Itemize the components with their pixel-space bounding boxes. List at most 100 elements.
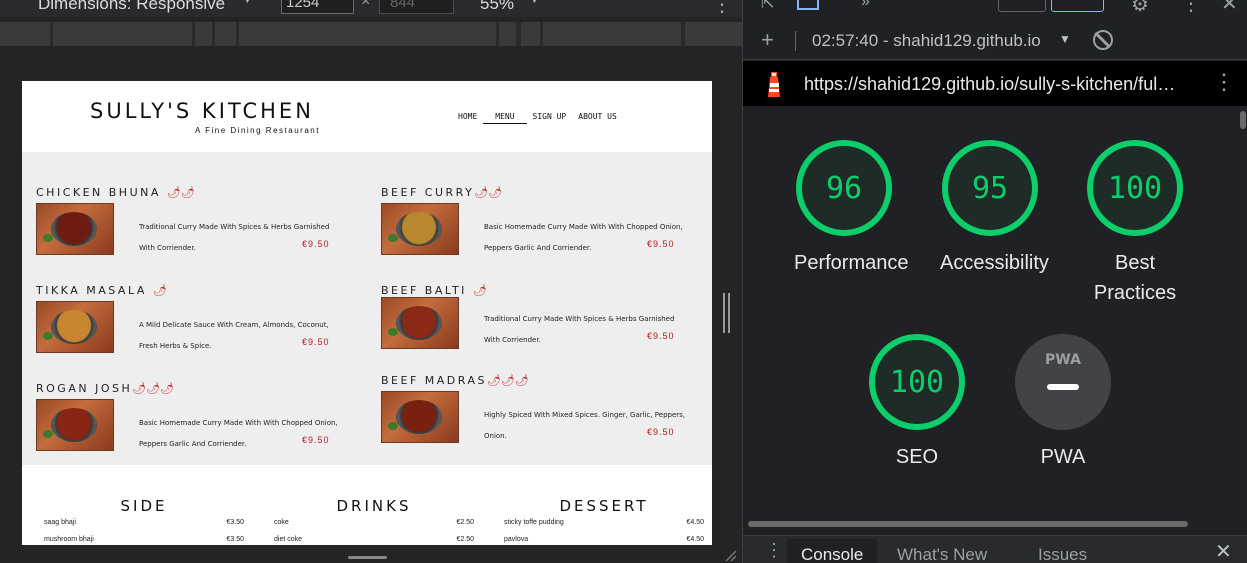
score-ring: 100: [1087, 140, 1183, 236]
dish-card: TIKKA MASALA 🌶 A Mild Delicate Sauce Wit…: [36, 284, 336, 364]
dish-title: CHICKEN BHUNA 🌶🌶: [36, 186, 195, 199]
toolbar-divider: [795, 31, 796, 51]
extras-section: SIDE saag bhaji €3.50 mushroom bhaji €3.50…: [22, 465, 712, 545]
media-query-bar[interactable]: [543, 22, 681, 46]
dish-description: Basic Homemade Curry Made With With Chop…: [484, 223, 683, 252]
dish-price: €9.50: [647, 239, 675, 249]
score-ring: 95: [942, 140, 1038, 236]
media-query-bar[interactable]: [215, 22, 236, 46]
media-query-bar[interactable]: [53, 22, 192, 46]
more-options-icon[interactable]: ⋮: [1213, 69, 1235, 95]
media-query-bar[interactable]: [195, 22, 212, 46]
site-logo[interactable]: SULLY'S KITCHEN: [90, 99, 314, 123]
report-url[interactable]: https://shahid129.github.io/sully-s-kitc…: [804, 74, 1194, 95]
media-query-bar[interactable]: [521, 22, 540, 46]
media-query-bar[interactable]: [239, 22, 496, 46]
list-item: diet coke €2.50: [274, 536, 474, 543]
nav-home[interactable]: HOME: [452, 112, 483, 124]
close-drawer-icon[interactable]: ✕: [1215, 539, 1232, 563]
scrollbar-thumb[interactable]: [1240, 111, 1246, 129]
menu-section: CHICKEN BHUNA 🌶🌶 Traditional Curry Made …: [22, 152, 712, 465]
dish-card: CHICKEN BHUNA 🌶🌶 Traditional Curry Made …: [36, 186, 336, 266]
device-emulation-pane: Dimensions: Responsive ▼ 1254 × 844 55% …: [0, 0, 742, 563]
gauge-label: SEO: [895, 446, 939, 468]
chili-icon: 🌶🌶🌶: [132, 382, 175, 395]
devtools-toolbar: ⇱ » ⚙ ⋮ ✕: [743, 0, 1247, 17]
dish-image: [36, 301, 114, 353]
tab-issues[interactable]: Issues: [1024, 539, 1101, 563]
resize-handle-bottom[interactable]: [348, 556, 387, 559]
media-query-bar[interactable]: [685, 22, 742, 46]
drawer-menu-icon[interactable]: ⋮: [765, 540, 783, 561]
media-query-bar[interactable]: [0, 22, 50, 46]
width-input[interactable]: 1254: [281, 0, 354, 14]
horizontal-scrollbar[interactable]: [743, 518, 1238, 528]
close-icon[interactable]: ✕: [1221, 0, 1238, 16]
score-value: 100: [889, 365, 945, 400]
issues-badge[interactable]: [1051, 0, 1104, 12]
resize-corner-icon[interactable]: [723, 548, 737, 562]
chili-icon: 🌶🌶: [166, 186, 195, 199]
nav-menu[interactable]: MENU: [483, 112, 527, 124]
dish-card: BEEF BALTI 🌶 Traditional Curry Made With…: [381, 284, 681, 364]
tab-whats-new[interactable]: What's New: [883, 539, 1001, 563]
more-tabs-icon[interactable]: »: [861, 0, 870, 11]
dish-image: [36, 399, 114, 451]
accessibility-gauge[interactable]: 95 Accessibility: [940, 140, 1049, 278]
report-selector[interactable]: 02:57:40 - shahid129.github.io: [812, 31, 1056, 51]
more-options-icon[interactable]: ⋮: [712, 0, 732, 17]
nav-sign-up[interactable]: SIGN UP: [527, 112, 573, 124]
dish-description: Highly Spiced With Mixed Spices. Ginger,…: [484, 411, 686, 440]
site-tagline: A Fine Dining Restaurant: [195, 126, 320, 135]
media-query-bar[interactable]: [499, 22, 516, 46]
list-item: coke €2.50: [274, 519, 474, 526]
performance-gauge[interactable]: 96 Performance: [794, 140, 909, 278]
device-toolbar-toggle-icon[interactable]: [797, 0, 819, 10]
lighthouse-scores: 96 Performance 95 Accessibility 100 Best…: [743, 107, 1238, 507]
warnings-badge[interactable]: [998, 0, 1046, 12]
gauge-label: Performance: [794, 252, 909, 274]
clear-reports-icon[interactable]: [1093, 30, 1113, 50]
settings-gear-icon[interactable]: ⚙: [1131, 0, 1149, 17]
device-toolbar: Dimensions: Responsive ▼ 1254 × 844 55% …: [0, 0, 742, 17]
times-label: ×: [361, 0, 371, 10]
chili-icon: 🌶: [152, 284, 167, 297]
score-ring: 100: [869, 334, 965, 430]
dish-price: €9.50: [647, 331, 675, 341]
best-practices-gauge[interactable]: 100 Best Practices: [1085, 140, 1185, 308]
dimensions-dropdown[interactable]: Dimensions: Responsive: [38, 0, 225, 14]
gauge-label: PWA: [1040, 446, 1086, 468]
vertical-scrollbar[interactable]: [1238, 107, 1247, 507]
side-heading: SIDE: [120, 497, 168, 515]
report-url-bar: https://shahid129.github.io/sully-s-kitc…: [743, 61, 1247, 106]
scrollbar-thumb[interactable]: [748, 521, 1188, 527]
media-query-ruler: [0, 22, 742, 46]
inspect-element-icon[interactable]: ⇱: [761, 0, 774, 13]
list-item: saag bhaji €3.50: [44, 519, 244, 526]
seo-gauge[interactable]: 100 SEO: [867, 334, 967, 472]
dish-image: [381, 391, 459, 443]
dish-title: BEEF BALTI 🌶: [381, 284, 487, 297]
zoom-dropdown[interactable]: 55%: [480, 0, 514, 14]
dessert-heading: DESSERT: [559, 497, 649, 515]
tab-console[interactable]: Console: [787, 539, 878, 563]
dish-price: €9.50: [302, 337, 330, 347]
height-input[interactable]: 844: [379, 0, 454, 14]
gauge-label: Accessibility: [940, 252, 1049, 274]
dish-image: [36, 203, 114, 255]
nav-about-us[interactable]: ABOUT US: [572, 112, 623, 124]
dish-title: BEEF CURRY🌶🌶: [381, 186, 503, 199]
dish-price: €9.50: [302, 239, 330, 249]
site-nav: HOME MENU SIGN UP ABOUT US: [452, 112, 623, 124]
pwa-gauge[interactable]: PWA PWA: [1013, 334, 1113, 472]
pwa-badge-text: PWA: [1045, 352, 1081, 368]
resize-handle-right[interactable]: [723, 293, 730, 333]
chili-icon: 🌶🌶🌶: [486, 374, 529, 387]
lighthouse-toolbar: + 02:57:40 - shahid129.github.io ▼: [743, 22, 1247, 60]
not-applicable-icon: [1047, 384, 1079, 390]
more-options-icon[interactable]: ⋮: [1181, 0, 1201, 16]
new-report-icon[interactable]: +: [761, 27, 774, 53]
dish-description: A Mild Delicate Sauce With Cream, Almond…: [139, 321, 329, 350]
chili-icon: 🌶: [472, 284, 487, 297]
dish-card: BEEF CURRY🌶🌶 Basic Homemade Curry Made W…: [381, 186, 683, 266]
